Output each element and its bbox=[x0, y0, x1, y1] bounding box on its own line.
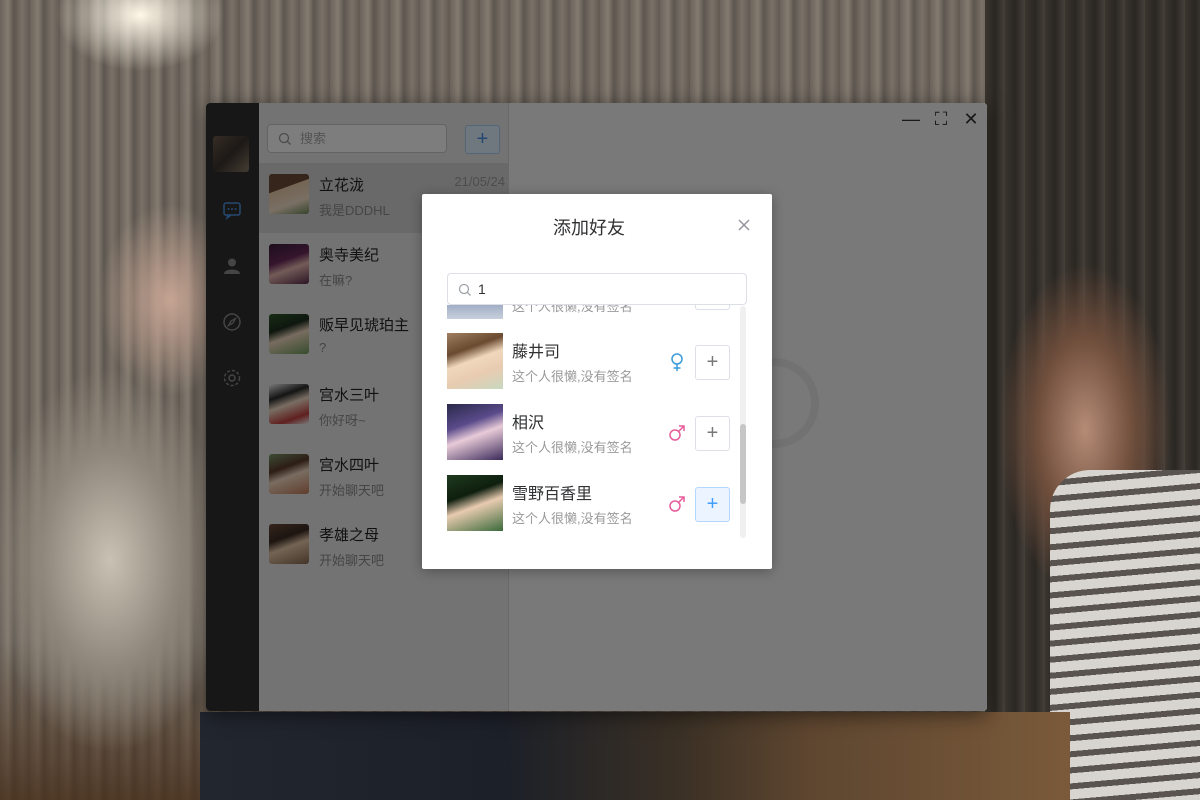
add-user-button[interactable]: + bbox=[695, 487, 730, 522]
search-results-list[interactable]: 这个人很懒,没有签名 + 藤井司 这个人很懒,没有签名 + 相沢 这个人很懒,没… bbox=[447, 305, 747, 539]
scrollbar-thumb[interactable] bbox=[740, 424, 746, 504]
dialog-title: 添加好友 bbox=[553, 218, 625, 238]
background-photo-bottom bbox=[200, 712, 1070, 800]
add-friend-dialog: 添加好友 这个人很懒,没有签名 + 藤井司 这个人很懒,没有签名 + bbox=[422, 194, 772, 569]
search-icon bbox=[458, 283, 471, 296]
female-icon bbox=[671, 353, 683, 371]
user-signature: 这个人很懒,没有签名 bbox=[512, 369, 633, 384]
user-signature: 这个人很懒,没有签名 bbox=[512, 511, 633, 526]
user-signature: 这个人很懒,没有签名 bbox=[512, 440, 633, 455]
background-striped-shirt bbox=[1050, 470, 1200, 800]
male-icon bbox=[669, 496, 685, 512]
user-search-field[interactable] bbox=[478, 277, 738, 301]
add-user-button[interactable]: + bbox=[695, 345, 730, 380]
add-user-button[interactable]: + bbox=[695, 416, 730, 451]
add-user-button[interactable]: + bbox=[695, 305, 730, 310]
list-item: 这个人很懒,没有签名 + bbox=[447, 305, 737, 320]
user-name: 相沢 bbox=[512, 415, 545, 432]
user-avatar bbox=[447, 404, 503, 460]
user-signature: 这个人很懒,没有签名 bbox=[512, 305, 633, 314]
user-avatar bbox=[447, 333, 503, 389]
list-item: 藤井司 这个人很懒,没有签名 + bbox=[447, 333, 737, 390]
user-avatar bbox=[447, 305, 503, 319]
close-icon[interactable] bbox=[735, 216, 753, 234]
user-name: 藤井司 bbox=[512, 344, 561, 361]
list-item: 雪野百香里 这个人很懒,没有签名 + bbox=[447, 475, 737, 532]
user-search-input[interactable] bbox=[447, 273, 747, 305]
user-name: 雪野百香里 bbox=[512, 486, 593, 503]
list-item: 相沢 这个人很懒,没有签名 + bbox=[447, 404, 737, 461]
user-avatar bbox=[447, 475, 503, 531]
male-icon bbox=[669, 425, 685, 441]
